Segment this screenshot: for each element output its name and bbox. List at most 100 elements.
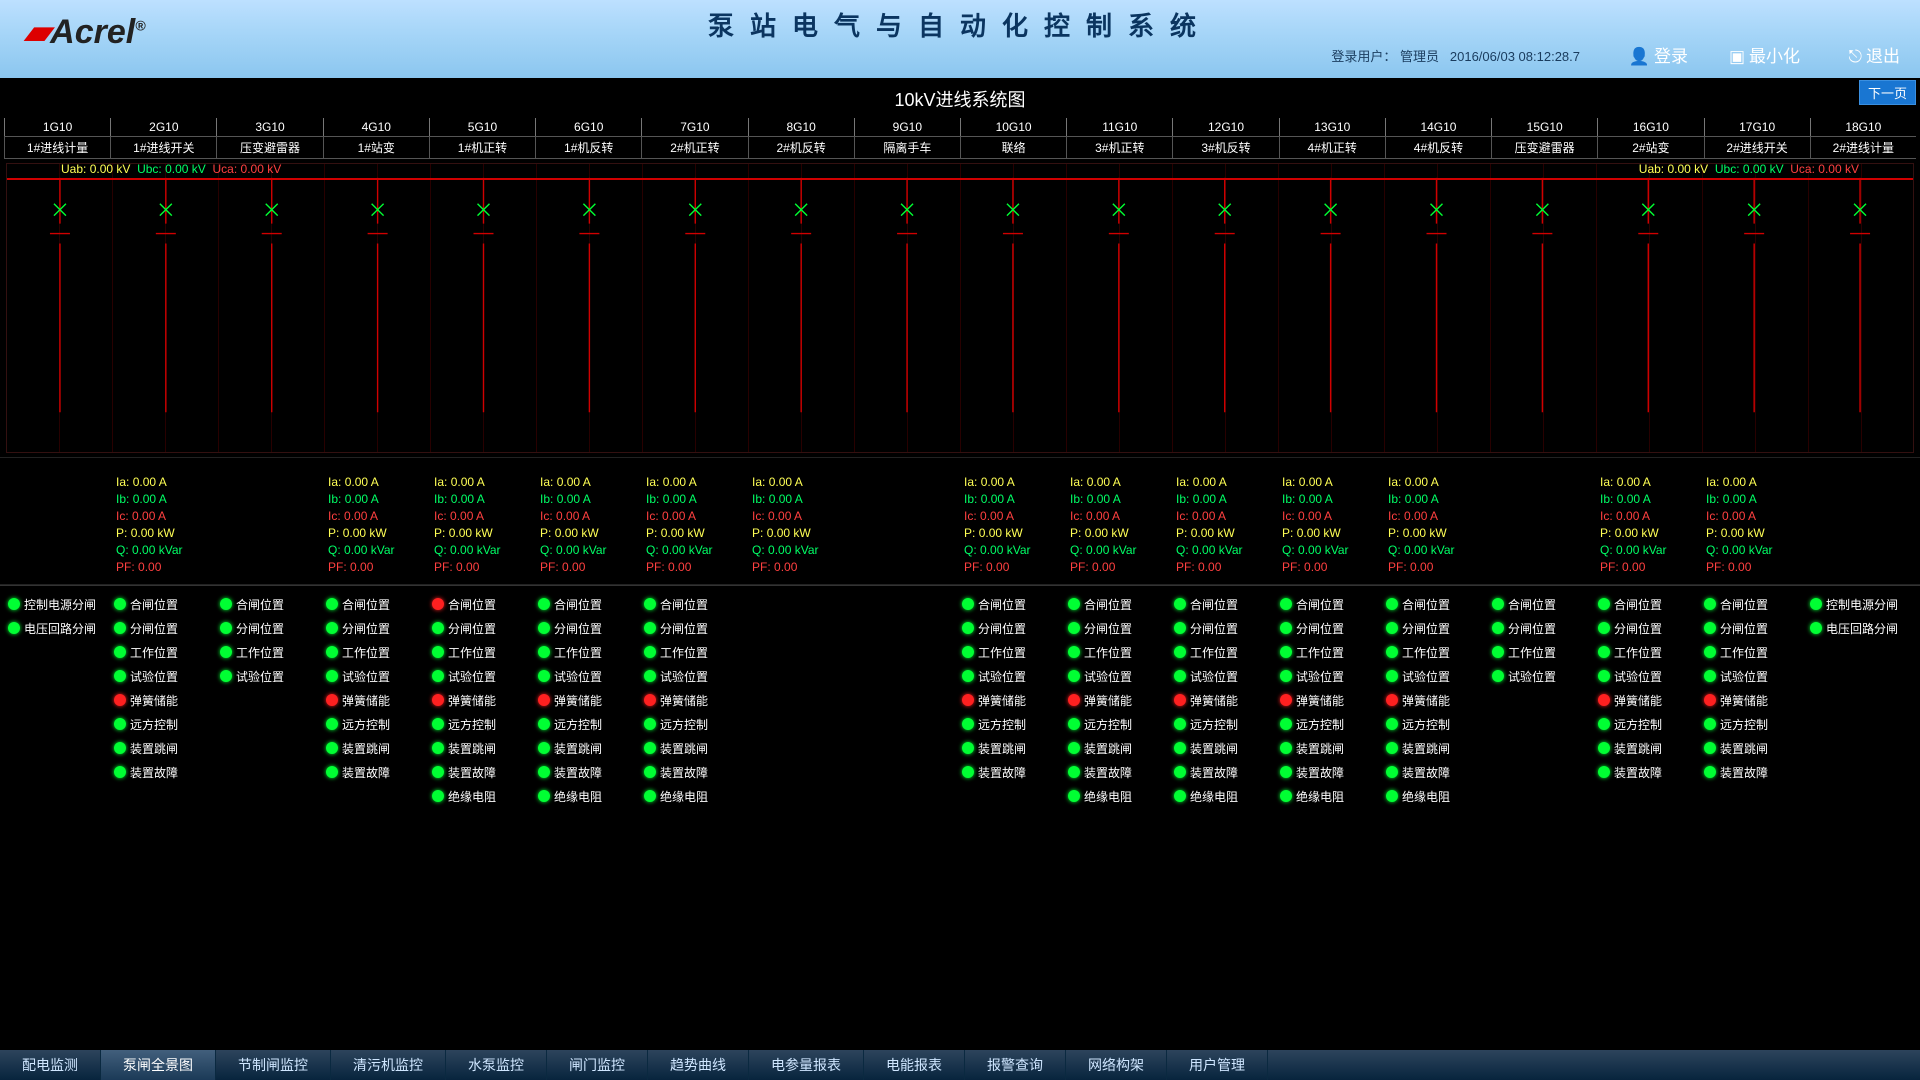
nav-tab[interactable]: 用户管理 — [1167, 1050, 1268, 1080]
status-dot-icon — [1386, 622, 1398, 634]
status-label: 装置故障 — [660, 764, 708, 781]
status-row: 弹簧储能 — [1704, 688, 1806, 712]
status-row: 弹簧储能 — [1598, 688, 1700, 712]
status-label: 试验位置 — [1296, 668, 1344, 685]
bay-id: 5G10 — [429, 118, 535, 136]
status-dot-icon — [644, 598, 656, 610]
status-label: 合闸位置 — [1402, 596, 1450, 613]
bay-name: 1#进线计量 — [4, 136, 110, 159]
status-label: 分闸位置 — [1614, 620, 1662, 637]
status-label: 装置故障 — [1190, 764, 1238, 781]
user-info: 登录用户： 管理员 2016/06/03 08:12:28.7 — [1331, 46, 1580, 65]
status-dot-icon — [1598, 670, 1610, 682]
status-row: 合闸位置 — [1068, 592, 1170, 616]
status-row: 装置跳闸 — [432, 736, 534, 760]
nav-tab[interactable]: 节制闸监控 — [216, 1050, 331, 1080]
status-dot-icon — [1174, 694, 1186, 706]
minimize-button[interactable]: ▣最小化 — [1729, 42, 1800, 67]
bay-name: 2#站变 — [1597, 136, 1703, 159]
nav-tab[interactable]: 报警查询 — [965, 1050, 1066, 1080]
status-col: 合闸位置 分闸位置 工作位置 试验位置 弹簧储能 远方控制 装置跳闸 装置故障 — [1596, 592, 1702, 808]
status-dot-icon — [962, 670, 974, 682]
status-col — [748, 592, 854, 808]
nav-tab[interactable]: 网络构架 — [1066, 1050, 1167, 1080]
status-row: 试验位置 — [1598, 664, 1700, 688]
status-label: 工作位置 — [342, 644, 390, 661]
status-label: 分闸位置 — [660, 620, 708, 637]
status-row: 分闸位置 — [1280, 616, 1382, 640]
status-row: 装置跳闸 — [1386, 736, 1488, 760]
status-dot-icon — [1068, 718, 1080, 730]
status-dot-icon — [432, 646, 444, 658]
status-label: 分闸位置 — [1402, 620, 1450, 637]
status-row: 试验位置 — [1386, 664, 1488, 688]
status-label: 装置故障 — [448, 764, 496, 781]
exit-button[interactable]: ⎋退出 — [1849, 42, 1900, 67]
status-row: 装置故障 — [1174, 760, 1276, 784]
status-col: 合闸位置 分闸位置 工作位置 试验位置 弹簧储能 远方控制 装置跳闸 装置故障 — [112, 592, 218, 808]
status-label: 弹簧储能 — [554, 692, 602, 709]
status-label: 弹簧储能 — [1614, 692, 1662, 709]
status-dot-icon — [432, 694, 444, 706]
status-label: 电压回路分闸 — [24, 620, 96, 637]
status-dot-icon — [1068, 670, 1080, 682]
bay-id: 7G10 — [641, 118, 747, 136]
nav-tab[interactable]: 趋势曲线 — [648, 1050, 749, 1080]
status-label: 装置跳闸 — [1084, 740, 1132, 757]
status-label: 工作位置 — [236, 644, 284, 661]
meas-col — [1490, 474, 1596, 576]
status-label: 远方控制 — [1190, 716, 1238, 733]
meas-col: Ia: 0.00 A Ib: 0.00 A Ic: 0.00 A P: 0.00… — [112, 474, 218, 576]
bay-name: 4#机正转 — [1279, 136, 1385, 159]
nav-tab[interactable]: 配电监测 — [0, 1050, 101, 1080]
status-label: 分闸位置 — [978, 620, 1026, 637]
next-page-button[interactable]: 下一页 — [1859, 80, 1916, 105]
status-col: 合闸位置 分闸位置 工作位置 试验位置 弹簧储能 远方控制 装置跳闸 装置故障 … — [1384, 592, 1490, 808]
status-label: 弹簧储能 — [448, 692, 496, 709]
status-row: 工作位置 — [1280, 640, 1382, 664]
status-dot-icon — [1386, 670, 1398, 682]
status-row: 工作位置 — [1174, 640, 1276, 664]
status-row: 试验位置 — [644, 664, 746, 688]
status-row: 分闸位置 — [1492, 616, 1594, 640]
status-label: 装置跳闸 — [1720, 740, 1768, 757]
sld-svg — [7, 164, 1913, 452]
status-dot-icon — [1068, 646, 1080, 658]
status-col: 合闸位置 分闸位置 工作位置 试验位置 弹簧储能 远方控制 装置跳闸 装置故障 … — [430, 592, 536, 808]
status-label: 工作位置 — [1084, 644, 1132, 661]
bay-name: 4#机反转 — [1385, 136, 1491, 159]
status-dot-icon — [644, 622, 656, 634]
login-button[interactable]: 👤登录 — [1629, 42, 1688, 67]
nav-tab[interactable]: 电能报表 — [864, 1050, 965, 1080]
nav-tab[interactable]: 电参量报表 — [749, 1050, 864, 1080]
status-col: 控制电源分闸 电压回路分闸 — [1808, 592, 1914, 808]
status-row: 弹簧储能 — [326, 688, 428, 712]
status-row: 控制电源分闸 — [8, 592, 110, 616]
bay-name: 1#进线开关 — [110, 136, 216, 159]
status-label: 试验位置 — [236, 668, 284, 685]
bay-id: 3G10 — [216, 118, 322, 136]
status-label: 试验位置 — [1614, 668, 1662, 685]
nav-tab[interactable]: 清污机监控 — [331, 1050, 446, 1080]
status-dot-icon — [1492, 670, 1504, 682]
status-label: 弹簧储能 — [660, 692, 708, 709]
status-row: 装置跳闸 — [1068, 736, 1170, 760]
status-label: 试验位置 — [1402, 668, 1450, 685]
status-dot-icon — [1598, 694, 1610, 706]
nav-tab[interactable]: 闸门监控 — [547, 1050, 648, 1080]
status-dot-icon — [538, 598, 550, 610]
status-dot-icon — [1704, 766, 1716, 778]
nav-tab[interactable]: 水泵监控 — [446, 1050, 547, 1080]
status-label: 装置故障 — [1084, 764, 1132, 781]
nav-tab[interactable]: 泵闸全景图 — [101, 1050, 216, 1080]
status-label: 绝缘电阻 — [1084, 788, 1132, 805]
status-col: 合闸位置 分闸位置 工作位置 试验位置 — [1490, 592, 1596, 808]
status-col: 合闸位置 分闸位置 工作位置 试验位置 弹簧储能 远方控制 装置跳闸 装置故障 … — [1172, 592, 1278, 808]
status-row: 试验位置 — [538, 664, 640, 688]
status-label: 工作位置 — [1190, 644, 1238, 661]
status-dot-icon — [432, 718, 444, 730]
status-col — [854, 592, 960, 808]
status-dot-icon — [1068, 766, 1080, 778]
status-label: 远方控制 — [1720, 716, 1768, 733]
bay-name: 2#机正转 — [641, 136, 747, 159]
